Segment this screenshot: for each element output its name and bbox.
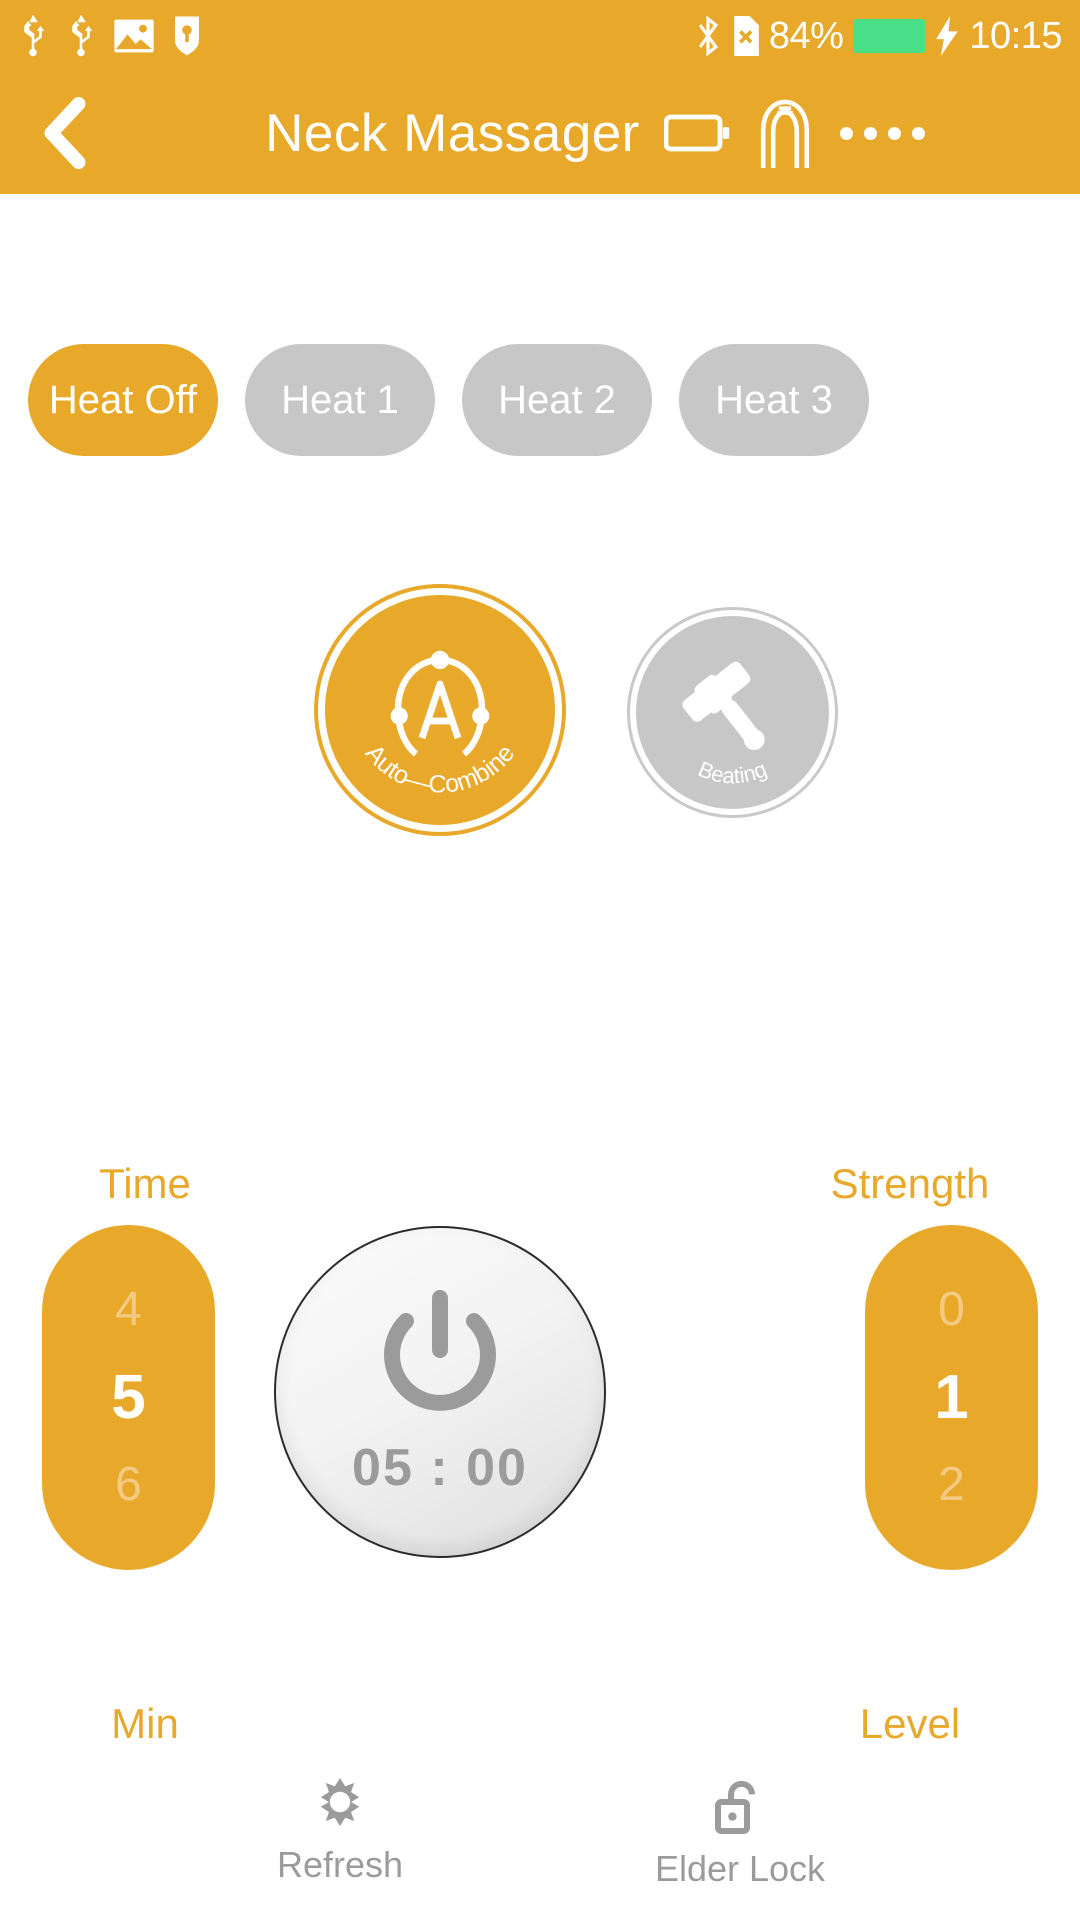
- bottom-action-bar: Refresh Elder Lock: [0, 1778, 1080, 1920]
- device-battery-icon[interactable]: [663, 113, 730, 153]
- mode-beating-label-arc: Beating: [695, 756, 771, 788]
- mode-auto-combine[interactable]: Auto—Combine: [318, 588, 562, 832]
- heat-option-2[interactable]: Heat 2: [462, 344, 652, 456]
- countdown-timer: 05 : 00: [352, 1439, 528, 1497]
- time-prev-value[interactable]: 4: [115, 1275, 142, 1345]
- power-button[interactable]: 05 : 00: [274, 1226, 606, 1558]
- status-bar-left-icons: [18, 14, 202, 58]
- massage-mode-selector: Auto—Combine Beating: [0, 588, 1080, 838]
- more-dots-icon[interactable]: [839, 126, 925, 140]
- time-label: Time: [99, 1160, 191, 1207]
- mode-beating[interactable]: Beating: [630, 610, 835, 815]
- time-next-value[interactable]: 6: [115, 1450, 142, 1520]
- back-chevron-icon: [44, 96, 86, 170]
- strength-next-value[interactable]: 2: [938, 1450, 965, 1520]
- heat-level-selector: Heat Off Heat 1 Heat 2 Heat 3: [0, 344, 1080, 456]
- sim-card-off-icon: [734, 16, 759, 56]
- battery-level-indicator: [853, 19, 926, 53]
- refresh-label: Refresh: [276, 1844, 404, 1885]
- strength-current-value: 1: [934, 1362, 969, 1432]
- clock-time: 10:15: [969, 15, 1062, 57]
- time-current-value: 5: [111, 1362, 146, 1432]
- battery-percent: 84%: [768, 15, 844, 57]
- shield-key-icon: [175, 16, 199, 56]
- status-bar-right-icons: 84% 10:15: [695, 14, 1062, 58]
- elder-lock-button[interactable]: Elder Lock: [615, 1778, 865, 1890]
- status-bar: 84% 10:15: [0, 0, 1080, 72]
- refresh-button[interactable]: Refresh: [215, 1778, 465, 1886]
- heat-option-1[interactable]: Heat 1: [245, 344, 435, 456]
- usb-icon: [72, 14, 93, 57]
- time-stepper[interactable]: 4 5 6: [42, 1225, 215, 1570]
- app-bar: Neck Massager: [0, 72, 1080, 194]
- heat-option-0[interactable]: Heat Off: [28, 344, 218, 456]
- strength-stepper[interactable]: 0 1 2: [865, 1225, 1038, 1570]
- open-padlock-icon: [715, 1780, 755, 1834]
- svg-text:Auto—Combine: Auto—Combine: [360, 739, 520, 798]
- time-unit-label: Min: [111, 1700, 179, 1747]
- svg-text:Beating: Beating: [695, 756, 771, 788]
- strength-label: Strength: [830, 1160, 990, 1207]
- mode-auto-combine-label-arc: Auto—Combine: [360, 739, 520, 798]
- heat-option-3[interactable]: Heat 3: [679, 344, 869, 456]
- refresh-gear-icon: [320, 1778, 360, 1826]
- bluetooth-icon: [698, 15, 718, 57]
- strength-unit-label: Level: [859, 1700, 961, 1747]
- power-icon: [384, 1290, 496, 1411]
- elder-lock-label: Elder Lock: [654, 1848, 826, 1889]
- neck-massager-device-icon[interactable]: [754, 96, 816, 170]
- strength-prev-value[interactable]: 0: [938, 1275, 965, 1345]
- usb-icon: [24, 14, 45, 57]
- charging-bolt-icon: [936, 16, 959, 56]
- power-button-face: 05 : 00: [274, 1226, 606, 1558]
- page-title: Neck Massager: [265, 103, 640, 163]
- app-screen: 84% 10:15 Neck Massager Heat Off Heat 1 …: [0, 0, 1080, 1920]
- app-bar-center: Neck Massager: [130, 96, 1060, 170]
- image-icon: [114, 19, 154, 53]
- back-button[interactable]: [0, 72, 130, 194]
